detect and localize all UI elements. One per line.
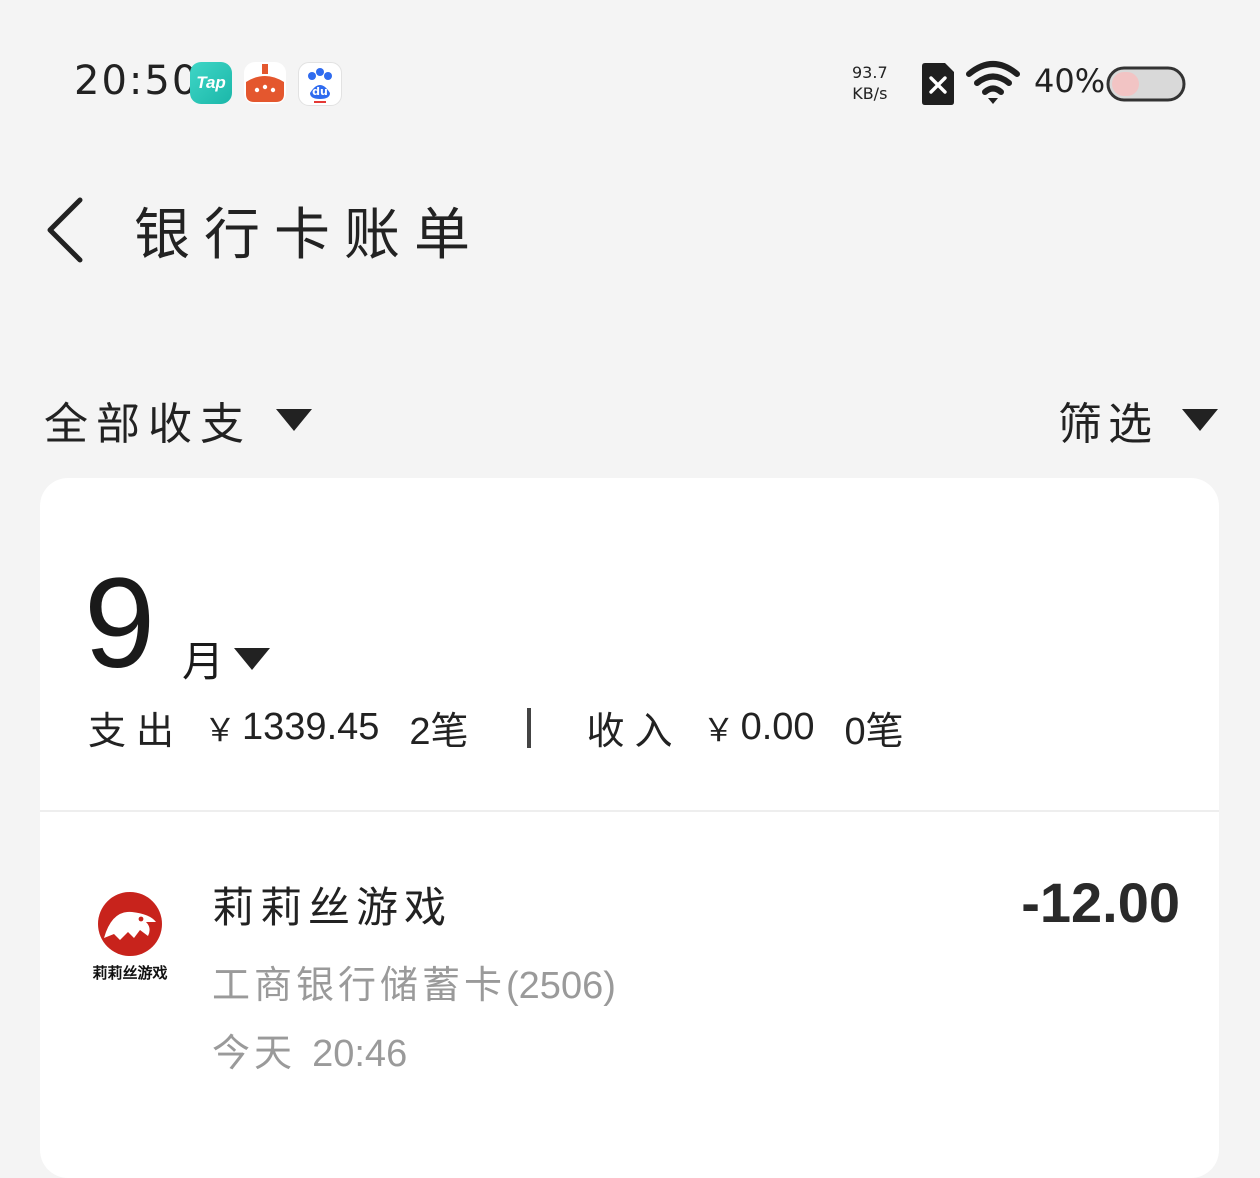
merchant-name: 莉莉丝游戏 <box>212 883 453 932</box>
network-speed-value: 93.7 <box>852 63 888 82</box>
baidu-paw-graphic: du <box>308 68 332 103</box>
battery-percent: 40% <box>1034 62 1106 100</box>
page-title: 银行卡账单 <box>134 203 484 268</box>
transaction-card: 工商银行储蓄卡(2506) <box>212 954 616 1009</box>
status-time: 20:50 <box>74 58 200 104</box>
summary-divider <box>526 707 531 748</box>
all-income-expense-dropdown[interactable]: 全部收支 <box>44 388 312 452</box>
lilith-games-logo: 莉莉丝游戏 <box>92 892 168 982</box>
month-summary: 支出 ￥ 1339.45 2笔 收入 ￥ 0.00 0笔 <box>88 700 904 755</box>
triangle-down-icon <box>276 409 312 431</box>
income-count: 0笔 <box>844 711 904 753</box>
wifi-icon <box>966 61 1020 104</box>
baidu-icon: du <box>298 62 342 106</box>
expense-count: 2笔 <box>409 711 469 753</box>
fruit-app-graphic <box>246 64 284 102</box>
network-speed-unit: KB/s <box>852 84 888 103</box>
all-income-expense-label: 全部收支 <box>44 399 252 450</box>
expense-label: 支出 <box>88 709 185 753</box>
transaction-amount: -12.00 <box>1021 871 1180 934</box>
income-currency: ￥ <box>702 711 735 748</box>
tap-icon: Tap <box>190 62 232 104</box>
filter-dropdown[interactable]: 筛选 <box>1058 388 1218 452</box>
transaction-clock: 20:46 <box>312 1033 408 1075</box>
triangle-down-icon <box>1182 409 1218 431</box>
baidu-icon-label: du <box>312 85 328 98</box>
filter-label: 筛选 <box>1058 399 1158 450</box>
lilith-logo-text: 莉莉丝游戏 <box>92 964 167 982</box>
expense-currency: ￥ <box>204 711 237 748</box>
tap-icon-label: Tap <box>196 73 226 92</box>
network-speed: 93.7 KB/s <box>852 62 888 104</box>
expense-amount: 1339.45 <box>242 706 380 748</box>
battery-icon <box>1106 66 1186 102</box>
income-amount: 0.00 <box>740 706 815 748</box>
chevron-left-icon[interactable] <box>40 192 96 268</box>
month-unit[interactable]: 月 <box>182 628 224 689</box>
no-sim-icon <box>922 63 954 105</box>
transaction-day: 今天 <box>212 1031 297 1075</box>
fruit-app-icon <box>244 62 286 104</box>
month-triangle-down-icon[interactable] <box>234 648 270 670</box>
card-suffix: (2506) <box>506 965 616 1007</box>
transaction-time: 今天 20:46 <box>212 1022 407 1077</box>
month-number[interactable]: 9 <box>84 554 155 694</box>
income-label: 收入 <box>586 709 683 753</box>
card-name: 工商银行储蓄卡 <box>212 963 507 1007</box>
